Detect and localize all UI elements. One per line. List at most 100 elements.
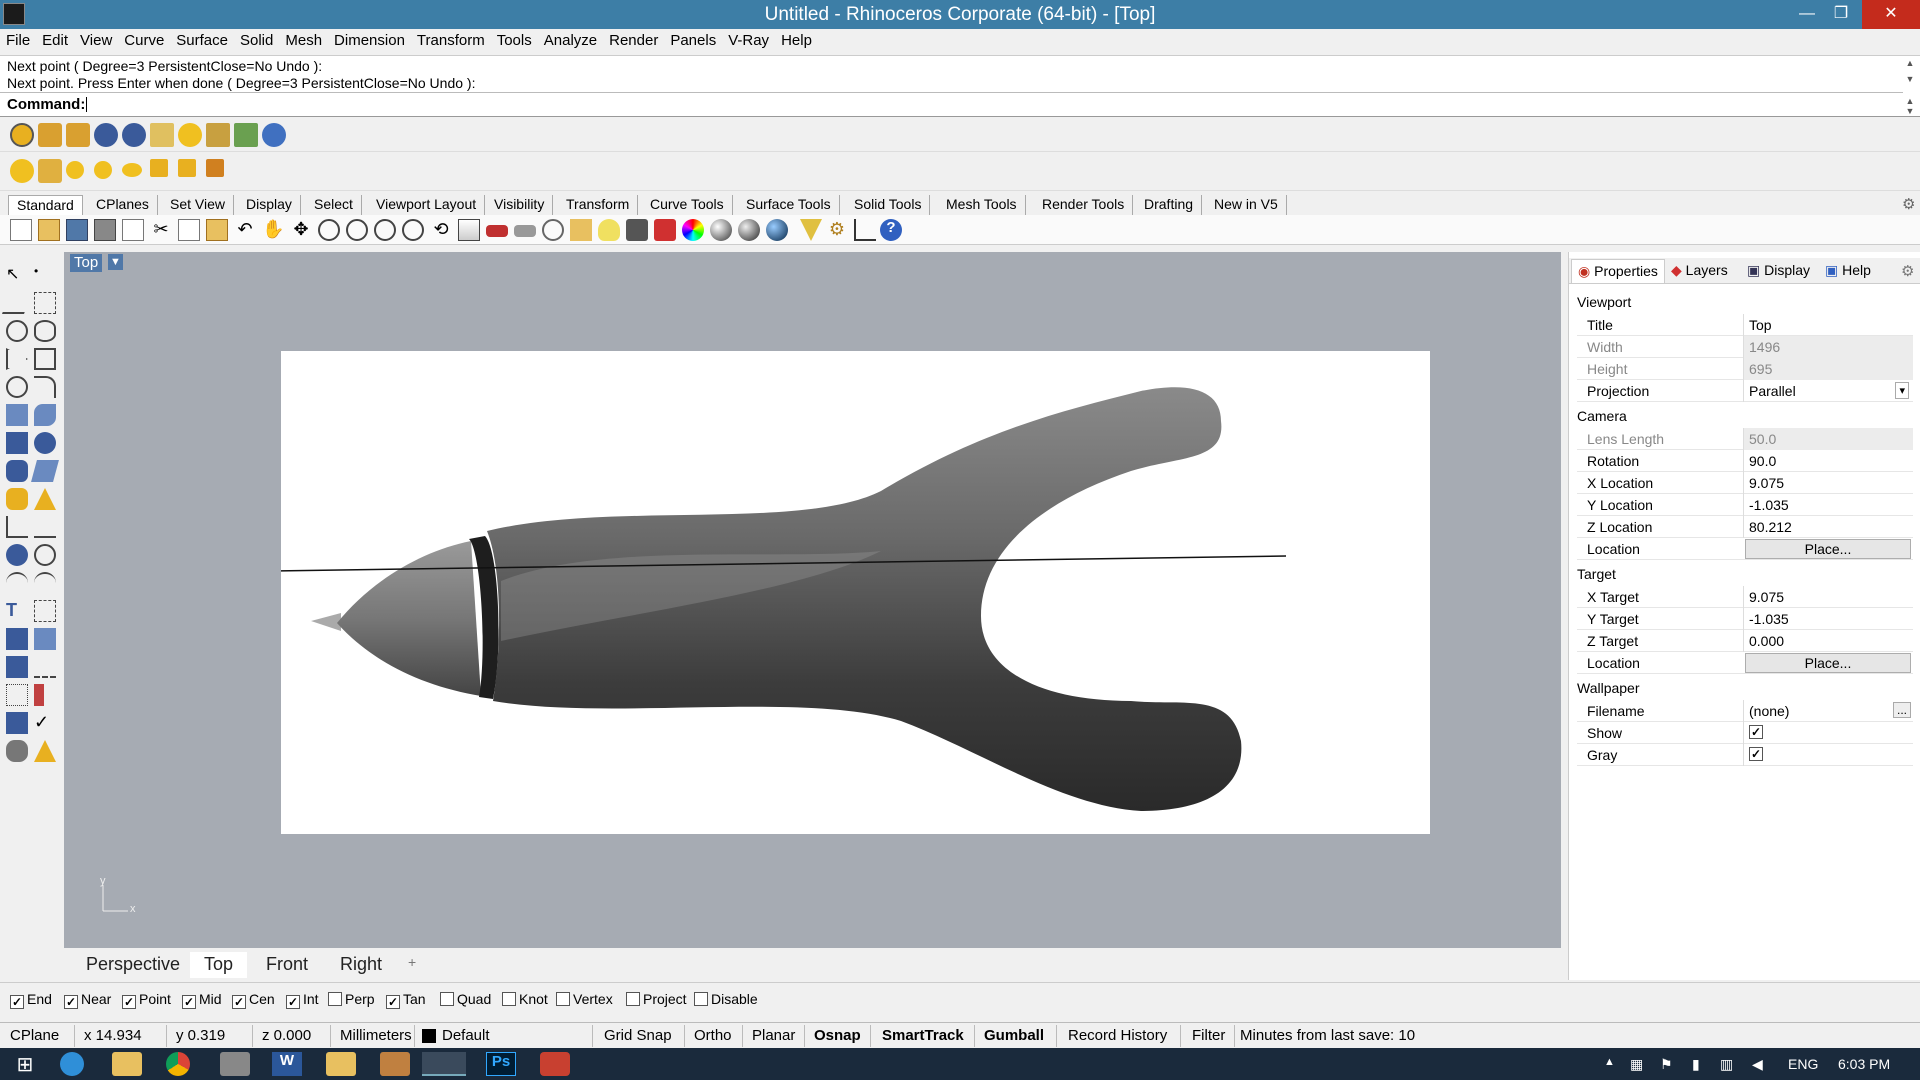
omni-light-icon[interactable] [94,161,112,179]
word-icon[interactable]: W [272,1052,302,1076]
record-history-toggle[interactable]: Record History [1068,1027,1167,1044]
internet-explorer-icon[interactable] [60,1052,84,1076]
extrude-icon[interactable] [6,460,28,482]
shaded-sphere-icon[interactable] [710,219,732,241]
osnap-perp[interactable]: Perp [328,991,375,1007]
toolbar-settings-gear-icon[interactable]: ⚙ [1902,195,1915,213]
cloud-icon[interactable] [6,740,28,762]
close-button[interactable]: ✕ [1862,0,1920,29]
gumball-toggle[interactable]: Gumball [984,1027,1044,1044]
prop-ztarget-row[interactable]: Z Target 0.000 [1577,630,1913,652]
open-file-icon[interactable] [38,219,60,241]
vray-fur-icon[interactable] [234,123,258,147]
tab-display[interactable]: ▣ Display [1741,259,1816,283]
prop-rotation-row[interactable]: Rotation 90.0 [1577,450,1913,472]
render-sphere-icon[interactable] [766,219,788,241]
panel-settings-gear-icon[interactable]: ⚙ [1901,262,1914,280]
filter-toggle[interactable]: Filter [1192,1027,1225,1044]
tab-set-view[interactable]: Set View [162,195,234,215]
lock-icon[interactable] [626,219,648,241]
tab-surface-tools[interactable]: Surface Tools [738,195,840,215]
units-label[interactable]: Millimeters [340,1027,412,1044]
tray-expand-icon[interactable]: ▲ [1604,1056,1615,1068]
surface-edit-icon[interactable] [34,404,56,426]
zoom-icon[interactable] [318,219,340,241]
osnap-point[interactable]: ✓ Point [122,991,171,1009]
light-bulb-icon[interactable] [598,219,620,241]
zoom-window-icon[interactable] [346,219,368,241]
print-icon[interactable] [94,219,116,241]
tab-properties[interactable]: ◉ Properties [1571,259,1665,283]
ies-light-icon[interactable] [122,163,142,177]
osnap-int[interactable]: ✓ Int [286,991,319,1009]
tab-select[interactable]: Select [306,195,362,215]
color-wheel-icon[interactable] [682,219,704,241]
osnap-mid-checkbox[interactable]: ✓ [182,995,196,1009]
prop-title-value[interactable]: Top [1749,317,1772,333]
tab-render-tools[interactable]: Render Tools [1034,195,1134,215]
command-spin-icon[interactable]: ▲ ▼ [1904,96,1916,116]
vray-tag-icon[interactable] [38,123,62,147]
rect-light-icon[interactable] [178,159,196,177]
media-icon[interactable] [380,1052,410,1076]
measure-icon[interactable] [34,656,56,678]
prop-yloc-row[interactable]: Y Location -1.035 [1577,494,1913,516]
sun-icon[interactable] [10,159,34,183]
trim-icon[interactable] [34,488,56,510]
grid-array-icon[interactable] [6,684,28,706]
osnap-int-checkbox[interactable]: ✓ [286,995,300,1009]
mesh-icon[interactable] [31,460,59,482]
polygon-icon[interactable] [6,348,28,370]
tab-mesh-tools[interactable]: Mesh Tools [938,195,1026,215]
group-icon[interactable] [6,544,28,566]
tab-perspective[interactable]: Perspective [72,952,194,978]
help-icon[interactable]: ? [880,219,902,241]
fillet-curve-icon[interactable] [34,376,56,398]
prop-ytarget-row[interactable]: Y Target -1.035 [1577,608,1913,630]
osnap-toggle[interactable]: Osnap [814,1027,861,1044]
osnap-vertex-checkbox[interactable] [556,992,570,1006]
restore-button[interactable]: ❐ [1818,0,1864,29]
rectangle-icon[interactable] [34,348,56,370]
vray-options-icon[interactable] [66,123,90,147]
tab-layers[interactable]: ◆ Layers [1665,259,1734,283]
windows-start-icon[interactable]: ⊞ [10,1052,40,1076]
smarttrack-toggle[interactable]: SmartTrack [882,1027,964,1044]
zoom-extents-icon[interactable] [374,219,396,241]
language-indicator[interactable]: ENG [1788,1056,1818,1072]
osnap-vertex[interactable]: Vertex [556,991,613,1007]
prop-filename-row[interactable]: Filename (none)... [1577,700,1913,722]
menu-vray[interactable]: V-Ray [722,29,775,49]
vray-material-editor-icon[interactable] [10,123,34,147]
osnap-cen-checkbox[interactable]: ✓ [232,995,246,1009]
tab-top[interactable]: Top [190,952,248,978]
sphere-light-icon[interactable] [66,161,84,179]
photoshop-icon[interactable]: Ps [486,1052,516,1076]
tab-viewport-layout[interactable]: Viewport Layout [368,195,486,215]
tab-cplanes[interactable]: CPlanes [88,195,158,215]
osnap-knot-checkbox[interactable] [502,992,516,1006]
solid-edit-icon[interactable] [6,656,28,678]
menu-surface[interactable]: Surface [170,29,234,49]
command-prompt[interactable]: Command: [0,92,1903,114]
render-tool-icon[interactable] [6,712,28,734]
rotate-icon[interactable] [6,572,28,594]
clock[interactable]: 6:03 PM [1838,1056,1890,1072]
dimension-icon[interactable] [854,219,876,241]
planar-toggle[interactable]: Planar [752,1027,795,1044]
top-viewport[interactable]: Top ▼ y x [64,252,1561,948]
join-icon[interactable] [34,516,56,538]
vray-dome-icon[interactable] [206,123,230,147]
browse-wallpaper-button[interactable]: ... [1892,702,1911,718]
tab-drafting[interactable]: Drafting [1136,195,1203,215]
osnap-mid[interactable]: ✓ Mid [182,991,222,1009]
undo-icon[interactable]: ↶ [234,219,256,241]
select-arrow-icon[interactable]: ↖ [6,264,28,286]
transform-icon[interactable] [34,628,56,650]
prop-xtarget-row[interactable]: X Target 9.075 [1577,586,1913,608]
dim-tool-icon[interactable] [34,740,56,762]
osnap-disable-checkbox[interactable] [694,992,708,1006]
analyze-icon[interactable] [34,684,44,706]
osnap-point-checkbox[interactable]: ✓ [122,995,136,1009]
tab-transform[interactable]: Transform [558,195,639,215]
